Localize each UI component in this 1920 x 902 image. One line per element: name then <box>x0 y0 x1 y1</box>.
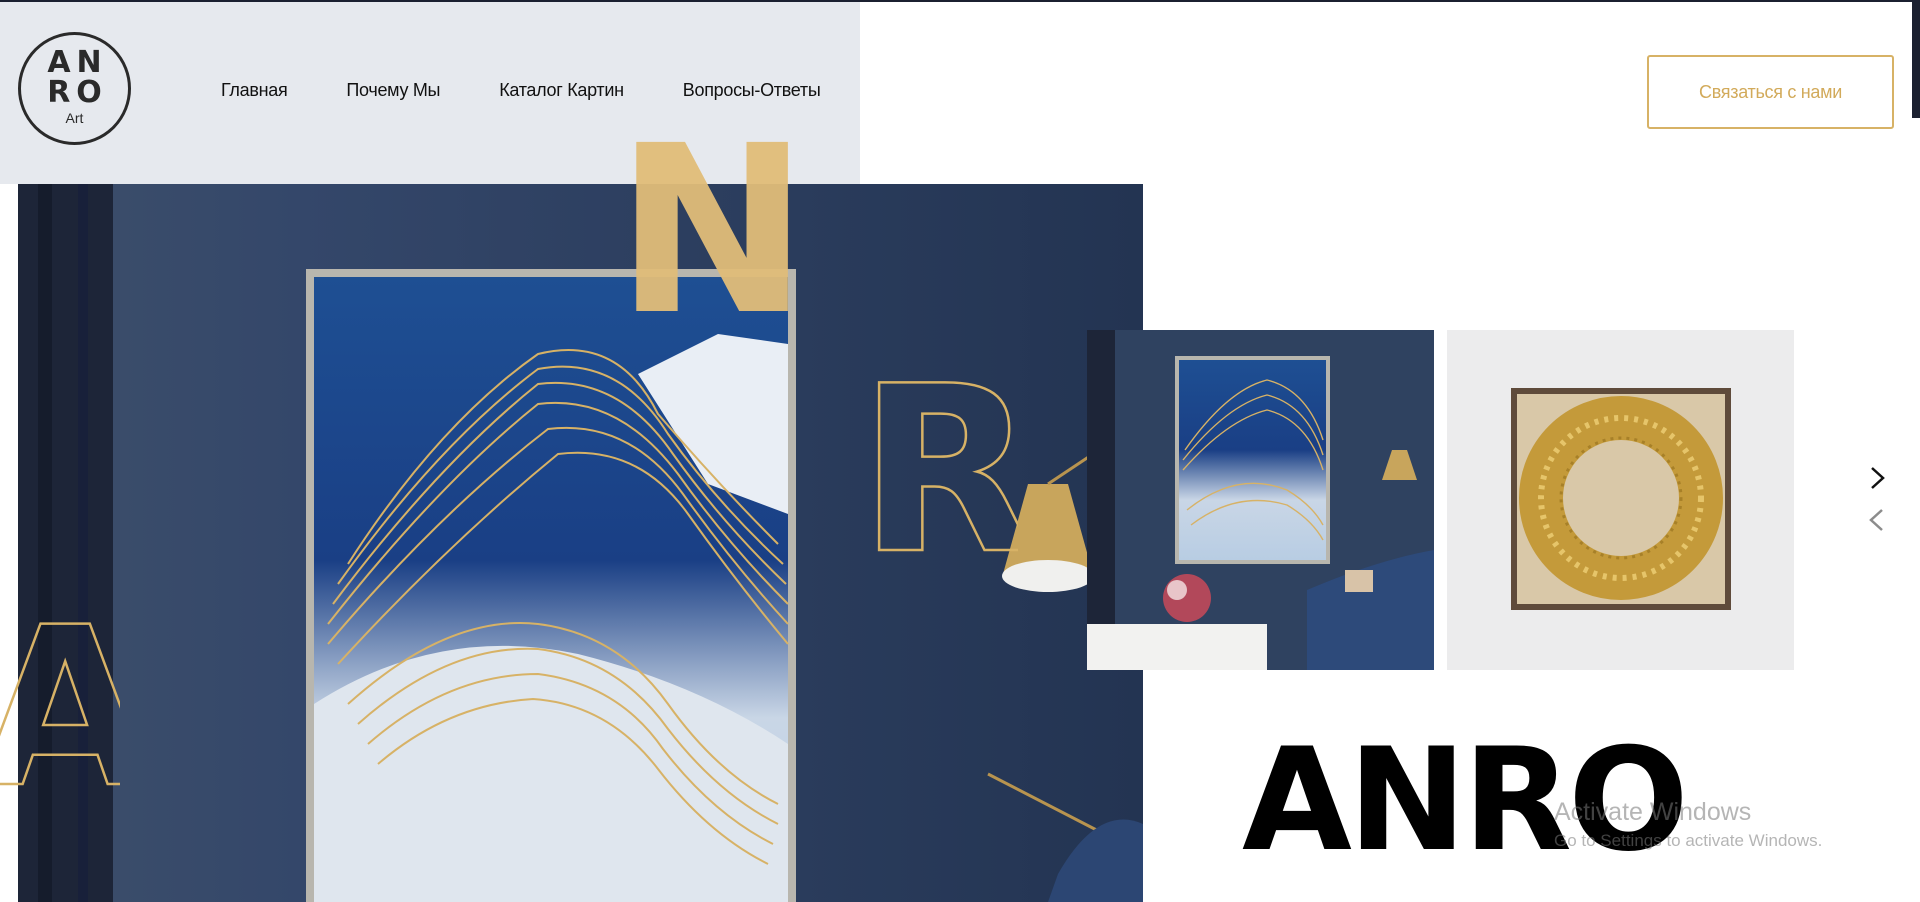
watermark-subtitle: Go to Settings to activate Windows. <box>1554 831 1823 850</box>
decor-letter-r-text: R <box>858 370 1018 560</box>
windows-activation-watermark: Activate Windows Go to Settings to activ… <box>1554 798 1822 851</box>
scrollbar-thumb[interactable] <box>1912 0 1920 118</box>
nav-item-home[interactable]: Главная <box>221 80 288 101</box>
chevron-right-icon[interactable] <box>1862 463 1892 493</box>
nav-item-why-us[interactable]: Почему Мы <box>346 80 440 101</box>
chevron-left-icon[interactable] <box>1862 505 1892 535</box>
logo[interactable]: AN RO Art <box>18 32 131 145</box>
thumbnail-gold-ring-image <box>1447 330 1794 670</box>
decor-letter-a: A <box>0 600 120 800</box>
slider-thumbnail-2[interactable] <box>1447 330 1794 670</box>
contact-button[interactable]: Связаться с нами <box>1647 55 1894 129</box>
nav-item-catalog[interactable]: Каталог Картин <box>499 80 624 101</box>
decor-letter-r: R <box>858 370 1018 560</box>
logo-line-3: Art <box>65 110 84 126</box>
thumbnail-interior-image <box>1087 330 1434 670</box>
slider-thumbnail-1[interactable] <box>1087 330 1434 670</box>
decor-letter-n: N <box>615 96 810 366</box>
logo-line-2: RO <box>47 75 108 110</box>
watermark-title: Activate Windows <box>1554 798 1752 826</box>
logo-line-1: AN <box>47 45 108 80</box>
decor-letter-a-text: A <box>0 600 120 800</box>
